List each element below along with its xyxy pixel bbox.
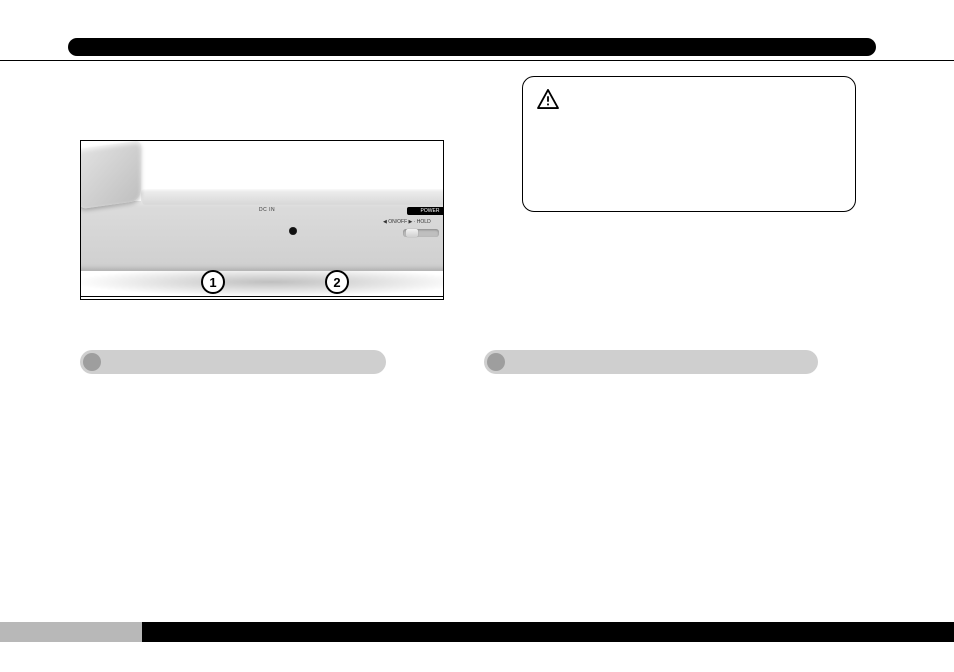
device-top-edge [141,189,444,205]
callout-row: 1 2 [80,268,444,297]
footer-gray-segment [0,622,142,642]
power-switch-knob [406,229,418,237]
footer-bar [0,622,954,642]
manual-page: DC IN POWER ◀ ON/OFF ▶ · HOLD 1 2 [0,0,954,672]
power-badge: POWER [407,207,444,215]
header-bar [68,38,876,56]
device-hinge [80,141,141,210]
onoff-hold-label: ◀ ON/OFF ▶ · HOLD [383,219,431,225]
callout-2: 2 [325,270,349,294]
section-bullet [83,353,101,371]
warning-icon [537,89,559,109]
footer-black-segment [142,622,954,642]
header-rule [0,60,954,61]
section-bar-left [80,350,386,374]
dc-in-label: DC IN [259,207,275,213]
section-bullet [487,353,505,371]
callout-1: 1 [201,270,225,294]
section-bar-right [484,350,818,374]
warning-box [522,76,856,212]
dc-in-jack [289,227,297,235]
